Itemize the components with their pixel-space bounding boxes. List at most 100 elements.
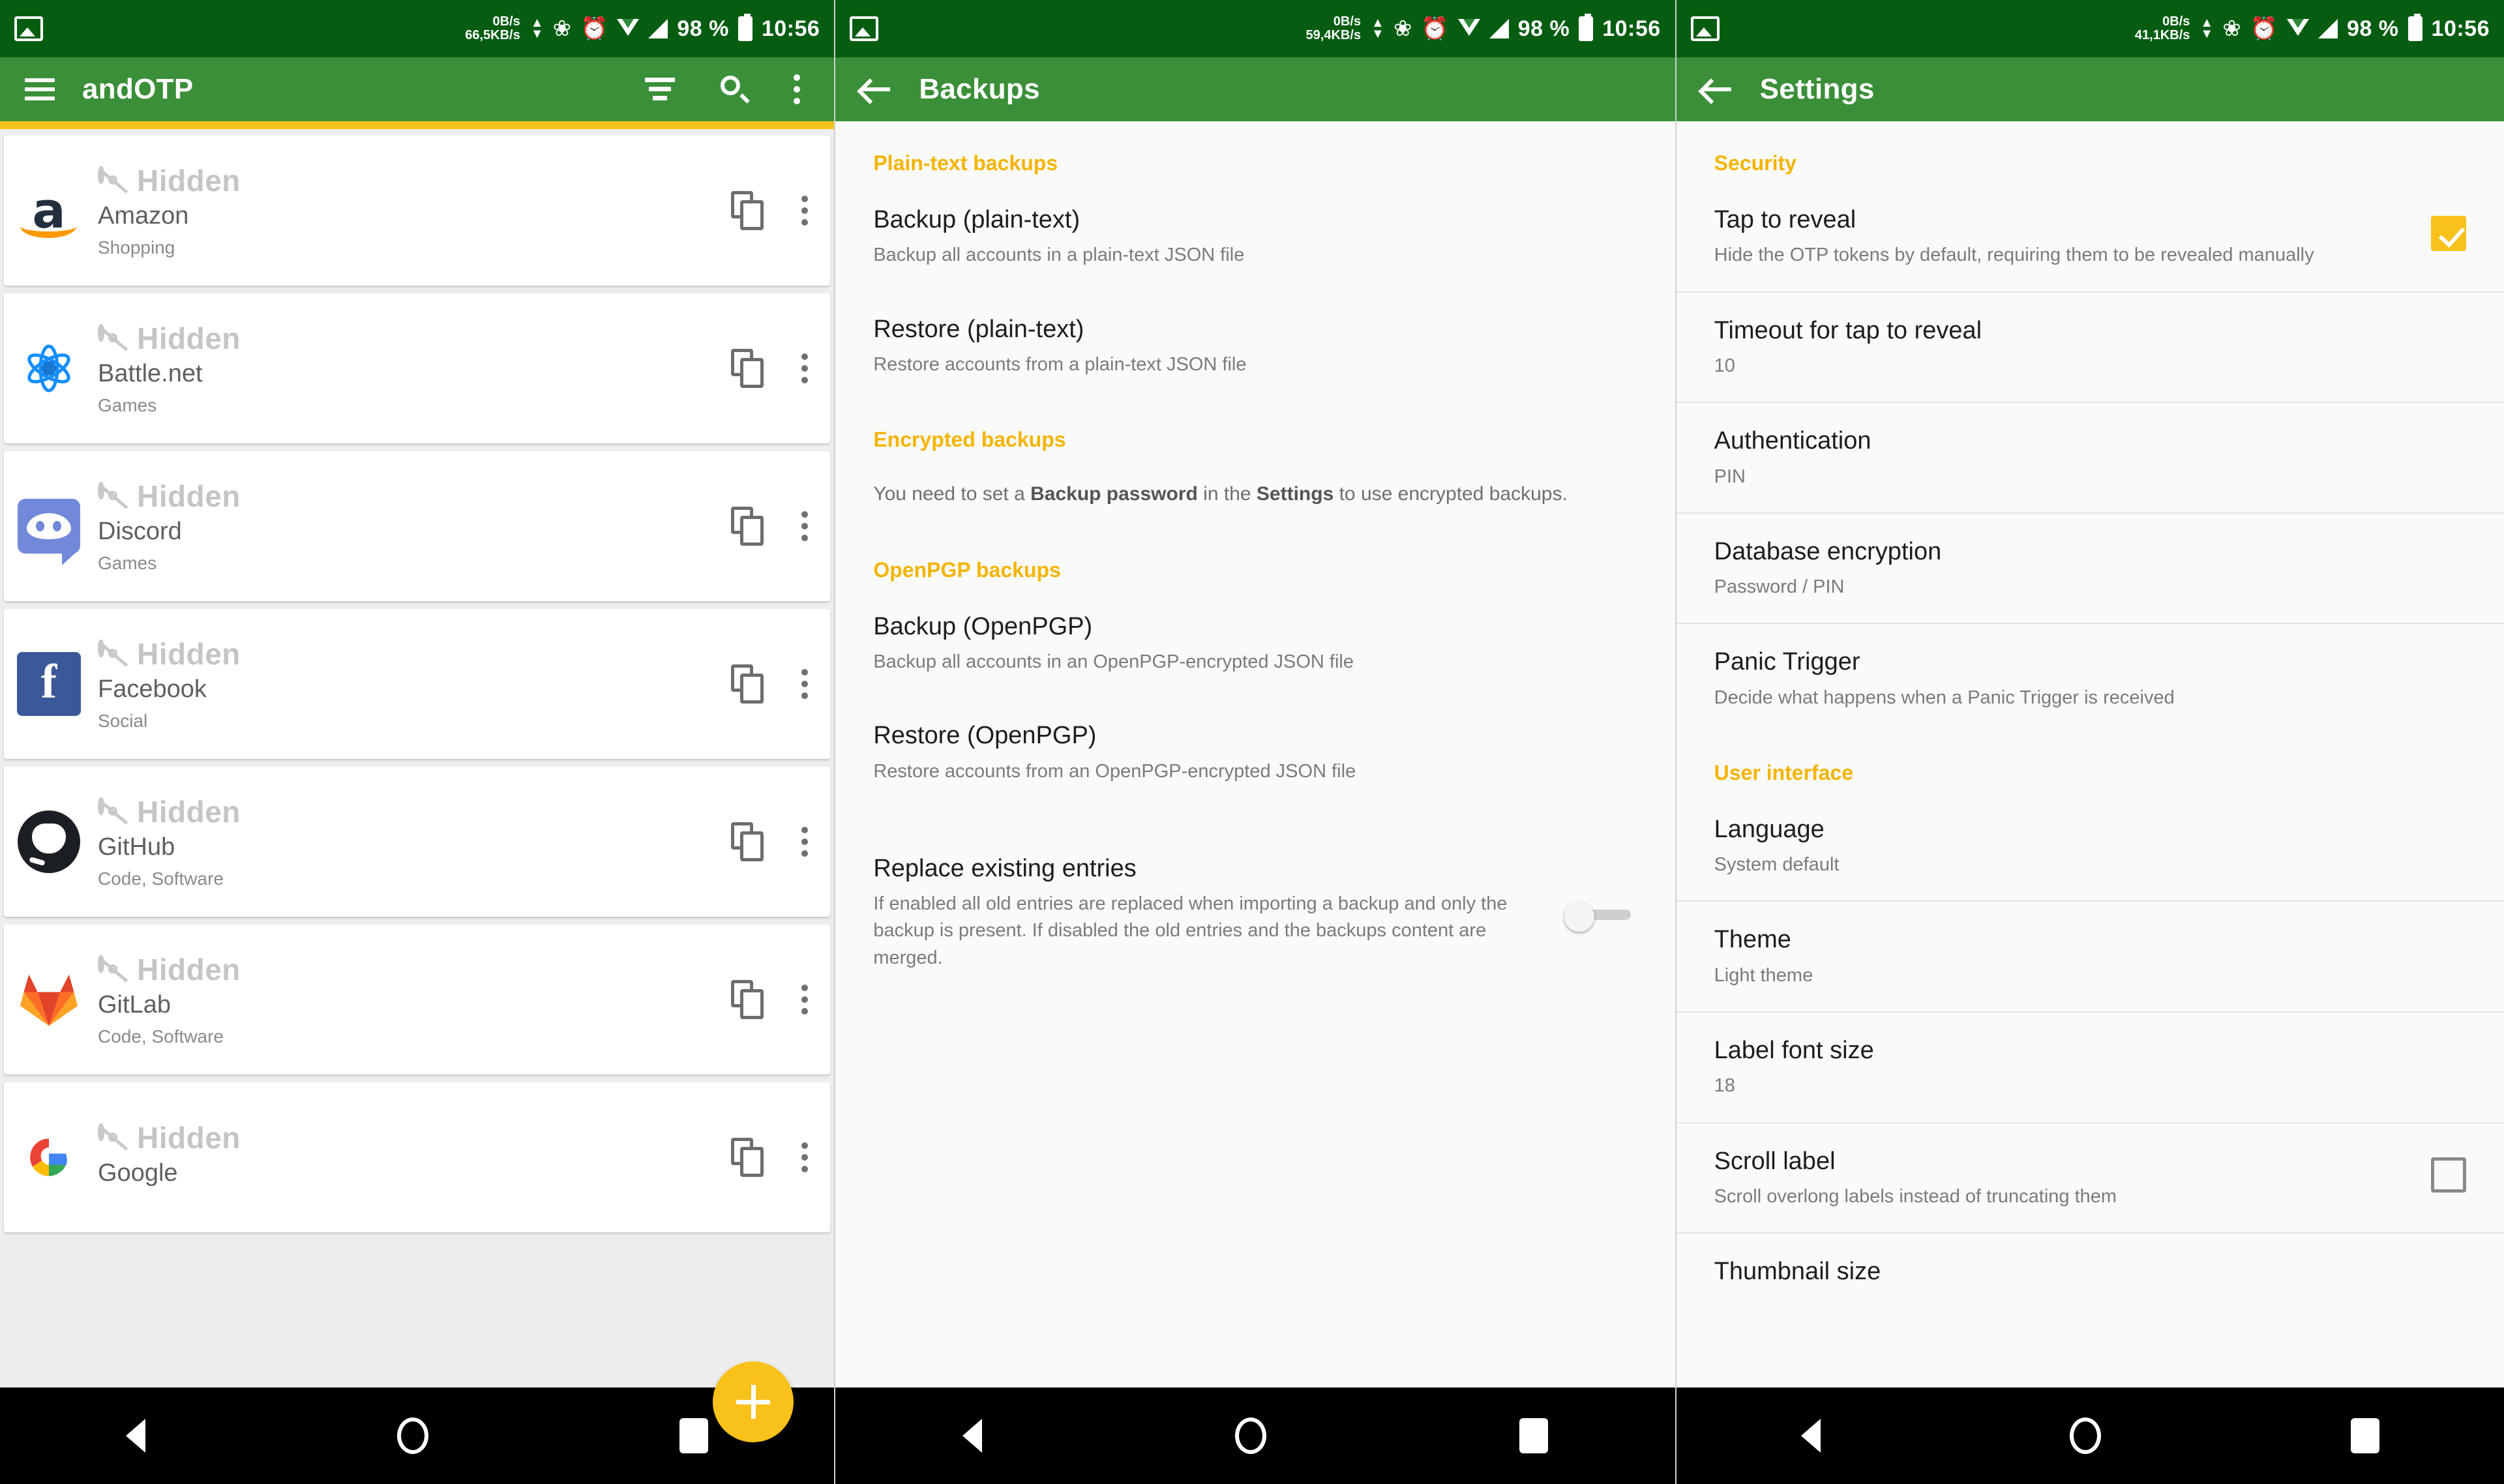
nav-back-icon[interactable] — [962, 1419, 982, 1453]
pref-theme[interactable]: Theme Light theme — [1677, 902, 2504, 1011]
search-icon[interactable] — [721, 76, 748, 103]
copy-icon[interactable] — [731, 349, 765, 388]
pref-backup-plain-text[interactable]: Backup (plain-text) Backup all accounts … — [835, 182, 1675, 291]
back-arrow-icon[interactable] — [1701, 76, 1733, 102]
item-overflow-icon[interactable] — [801, 1142, 809, 1172]
eye-off-icon — [98, 1123, 128, 1151]
pref-text: Backup (plain-text) Backup all accounts … — [873, 204, 1637, 269]
scroll-label-checkbox[interactable] — [2431, 1157, 2466, 1193]
item-overflow-icon[interactable] — [801, 196, 809, 226]
nav-home-icon[interactable] — [1234, 1417, 1266, 1454]
list-item[interactable]: Hidden GitLab Code, Software — [4, 925, 831, 1075]
list-item[interactable]: Hidden Battle.net Games — [4, 293, 831, 443]
add-account-fab[interactable] — [713, 1361, 794, 1442]
pref-authentication[interactable]: Authentication PIN — [1677, 403, 2504, 512]
signal-icon — [648, 19, 668, 38]
account-meta: Hidden Discord Games — [93, 479, 731, 574]
account-list[interactable]: a Hidden Amazon Shopping Hidden Battle.n… — [0, 129, 835, 1395]
pref-restore-plain-text[interactable]: Restore (plain-text) Restore accounts fr… — [835, 291, 1675, 401]
pref-tap-to-reveal[interactable]: Tap to reveal Hide the OTP tokens by def… — [1677, 182, 2504, 291]
card-actions — [731, 980, 813, 1019]
copy-icon[interactable] — [731, 822, 765, 861]
list-item[interactable]: a Hidden Amazon Shopping — [4, 136, 831, 286]
pref-title: Label font size — [1714, 1036, 1874, 1064]
app-title: andOTP — [82, 73, 194, 105]
pref-label-font-size[interactable]: Label font size 18 — [1677, 1013, 2504, 1122]
account-thumbnail: f — [13, 648, 85, 720]
hidden-token-row[interactable]: Hidden — [98, 636, 731, 672]
back-arrow-icon[interactable] — [860, 76, 891, 102]
pref-text: Database encryption Password / PIN — [1714, 536, 2466, 601]
hidden-token-row[interactable]: Hidden — [98, 1120, 731, 1155]
hidden-token-row[interactable]: Hidden — [98, 321, 731, 356]
copy-icon[interactable] — [731, 507, 765, 546]
section-header-encrypted: Encrypted backups — [873, 428, 1066, 452]
pref-replace-existing-entries[interactable]: Replace existing entries If enabled all … — [835, 807, 1675, 994]
nav-recents-icon[interactable] — [679, 1418, 709, 1453]
account-meta: Hidden Amazon Shopping — [93, 163, 731, 258]
account-tags: Shopping — [98, 237, 175, 258]
android-nav-bar-3 — [1676, 1388, 2504, 1484]
pref-panic-trigger[interactable]: Panic Trigger Decide what happens when a… — [1677, 624, 2504, 734]
note-part-2: in the — [1197, 483, 1257, 505]
overflow-menu-icon[interactable] — [794, 74, 801, 104]
pref-scroll-label[interactable]: Scroll label Scroll overlong labels inst… — [1677, 1123, 2504, 1233]
account-tags: Games — [98, 552, 157, 573]
nav-recents-icon[interactable] — [1519, 1418, 1549, 1453]
menu-icon[interactable] — [25, 78, 55, 100]
hidden-token-row[interactable]: Hidden — [98, 479, 731, 514]
account-tags: Code, Software — [98, 1026, 224, 1046]
settings-preference-list[interactable]: Security Tap to reveal Hide the OTP toke… — [1676, 121, 2504, 1388]
hidden-label: Hidden — [137, 1121, 241, 1155]
pref-timeout-tap-to-reveal[interactable]: Timeout for tap to reveal 10 — [1677, 293, 2504, 402]
nav-back-icon[interactable] — [1800, 1419, 1821, 1453]
nav-recents-icon[interactable] — [2350, 1418, 2379, 1453]
hidden-token-row[interactable]: Hidden — [98, 794, 731, 829]
item-overflow-icon[interactable] — [801, 511, 809, 541]
hidden-token-row[interactable]: Hidden — [98, 952, 731, 987]
amazon-logo-icon: a — [16, 178, 82, 243]
list-item[interactable]: f Hidden Facebook Social — [4, 609, 831, 759]
sort-icon[interactable] — [645, 78, 676, 101]
nav-home-icon[interactable] — [396, 1417, 428, 1454]
copy-icon[interactable] — [731, 980, 765, 1019]
copy-icon[interactable] — [731, 664, 765, 704]
item-overflow-icon[interactable] — [801, 985, 809, 1015]
eye-off-icon — [98, 797, 128, 825]
item-overflow-icon[interactable] — [801, 353, 809, 383]
pref-restore-openpgp[interactable]: Restore (OpenPGP) Restore accounts from … — [835, 698, 1675, 807]
pref-language[interactable]: Language System default — [1677, 792, 2504, 901]
account-thumbnail — [13, 490, 85, 565]
pref-text: Theme Light theme — [1714, 924, 2466, 989]
list-item[interactable]: Hidden GitHub Code, Software — [4, 767, 831, 917]
pref-database-encryption[interactable]: Database encryption Password / PIN — [1677, 514, 2504, 623]
progress-bar — [0, 121, 835, 129]
wifi-icon — [2287, 19, 2310, 38]
pref-title: Replace existing entries — [873, 854, 1137, 882]
pref-backup-openpgp[interactable]: Backup (OpenPGP) Backup all accounts in … — [835, 589, 1675, 698]
copy-icon[interactable] — [731, 191, 765, 230]
note-text: You need to set a Backup password in the… — [873, 481, 1617, 509]
pref-text: Tap to reveal Hide the OTP tokens by def… — [1714, 204, 2431, 269]
hidden-label: Hidden — [137, 953, 241, 987]
nav-home-icon[interactable] — [2070, 1417, 2102, 1454]
wifi-icon — [617, 19, 640, 38]
account-name: Discord — [98, 518, 182, 546]
list-item[interactable]: Hidden Google — [4, 1082, 831, 1232]
pref-subtitle: Restore accounts from an OpenPGP-encrypt… — [873, 760, 1356, 782]
pref-text: You need to set a Backup password in the… — [873, 481, 1637, 509]
copy-icon[interactable] — [731, 1138, 765, 1177]
clock: 10:56 — [761, 16, 820, 41]
item-overflow-icon[interactable] — [801, 827, 809, 857]
three-panel-screenshot: 0B/s 66,5KB/s ▲▼ ❀ ⏰ 98 % 10:56 andOTP — [0, 0, 2504, 1484]
item-overflow-icon[interactable] — [801, 669, 809, 699]
pref-thumbnail-size[interactable]: Thumbnail size — [1677, 1234, 2504, 1310]
card-actions — [731, 507, 813, 546]
tap-to-reveal-checkbox[interactable] — [2431, 216, 2466, 251]
replace-entries-toggle[interactable] — [1564, 901, 1637, 932]
nav-back-icon[interactable] — [125, 1419, 145, 1453]
hidden-token-row[interactable]: Hidden — [98, 163, 731, 198]
facebook-logo-icon: f — [17, 652, 81, 716]
list-item[interactable]: Hidden Discord Games — [4, 451, 831, 601]
backups-preference-list[interactable]: Plain-text backups Backup (plain-text) B… — [835, 121, 1675, 1388]
